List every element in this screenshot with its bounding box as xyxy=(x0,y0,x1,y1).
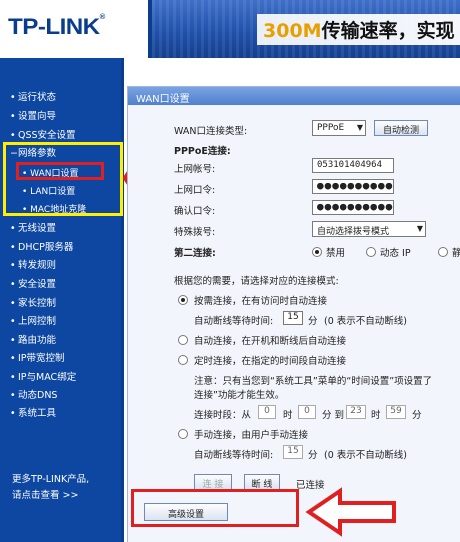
period-minute-unit: 分 xyxy=(412,410,422,421)
connect-button[interactable]: 连 接 xyxy=(194,474,232,490)
mode-timed-label: 定时连接，在指定的时间段自动连接 xyxy=(194,356,347,367)
idle-time-input[interactable]: 15 xyxy=(283,311,303,325)
wan-type-select[interactable]: PPPoE ▼ xyxy=(312,120,366,136)
tp-link-logo: TP-LINK® xyxy=(8,14,105,39)
sidebar-item-bandwidth[interactable]: • IP带宽控制 xyxy=(10,350,65,364)
chevron-down-icon: ▼ xyxy=(416,224,423,233)
second-conn-dynamic-ip-label: 动态 IP xyxy=(380,248,411,259)
sidebar-item-system-tools[interactable]: • 系统工具 xyxy=(10,405,56,419)
period-from-minute-input[interactable]: 0 xyxy=(298,405,316,419)
sidebar-item-qss[interactable]: • QSS安全设置 xyxy=(10,127,76,141)
sidebar-item-dhcp[interactable]: • DHCP服务器 xyxy=(10,239,73,253)
banner-slogan: 300M传输速率，实现 xyxy=(257,14,460,45)
period-label: 连接时段：从 xyxy=(194,410,252,421)
bullet-icon: • xyxy=(10,279,16,290)
mode-auto-radio[interactable] xyxy=(178,335,188,345)
bullet-icon: • xyxy=(10,223,16,234)
sidebar-item-access-control[interactable]: • 上网控制 xyxy=(10,313,56,327)
mode-manual-label: 手动连接，由用户手动连接 xyxy=(194,430,309,441)
sidebar-item-status[interactable]: • 运行状态 xyxy=(10,89,56,103)
bullet-icon: • xyxy=(10,298,16,309)
mode-prompt: 根据您的需要，请选择对应的连接模式: xyxy=(174,276,339,287)
sidebar-item-wizard[interactable]: • 设置向导 xyxy=(10,108,56,122)
second-connection-label: 第二连接: xyxy=(174,248,216,259)
period-to-label: 分 到 xyxy=(322,410,345,421)
bullet-icon: • xyxy=(10,390,16,401)
sidebar-nav: • 运行状态 • 设置向导 • QSS安全设置 −网络参数 • WAN口设置 • LA… xyxy=(0,58,124,542)
more-products-line1: 更多TP-LINK产品, xyxy=(12,474,90,485)
wan-type-label: WAN口连接类型: xyxy=(174,126,248,137)
panel-title: WAN口设置 xyxy=(128,87,460,105)
account-input[interactable]: 053101404964 xyxy=(312,158,394,173)
bullet-icon: • xyxy=(10,260,16,271)
sidebar-item-routing[interactable]: • 路由功能 xyxy=(10,332,56,346)
timed-note-line1: 注意：只有当您到“系统工具”菜单的“时间设置”项设置了 xyxy=(194,376,433,387)
account-label: 上网帐号: xyxy=(174,164,216,175)
password-label: 上网口令: xyxy=(174,185,216,196)
chevron-down-icon: ▼ xyxy=(356,123,363,132)
wan-type-value: PPPoE xyxy=(317,123,345,133)
banner: 300M传输速率，实现 xyxy=(152,0,460,58)
idle-time-unit: 分 xyxy=(308,316,318,327)
header: TP-LINK® 300M传输速率，实现 xyxy=(0,0,460,58)
manual-idle-time-note: (0 表示不自动断线) xyxy=(324,450,407,461)
manual-idle-time-label: 自动断线等待时间: xyxy=(194,450,274,461)
sidebar-item-wireless[interactable]: • 无线设置 xyxy=(10,220,56,234)
period-to-hour-unit: 时 xyxy=(371,410,381,421)
second-conn-static-ip-radio[interactable] xyxy=(438,247,448,257)
wan-settings-panel: WAN口设置 WAN口连接类型: PPPoE ▼ 自动检测 PPPoE连接: 上… xyxy=(127,86,460,542)
bullet-icon: • xyxy=(10,92,16,103)
bullet-icon: • xyxy=(10,408,16,419)
disconnect-button[interactable]: 断 线 xyxy=(244,474,280,490)
advanced-button-highlight xyxy=(131,489,299,527)
wan-item-highlight xyxy=(16,162,104,180)
second-conn-static-ip-label: 静 xyxy=(452,248,460,259)
more-products-link[interactable]: 更多TP-LINK产品, 请点击查看 >> xyxy=(12,472,89,504)
second-conn-disabled-radio[interactable] xyxy=(312,247,322,257)
sidebar-item-security[interactable]: • 安全设置 xyxy=(10,276,56,290)
sidebar-item-parental[interactable]: • 家长控制 xyxy=(10,295,56,309)
period-to-hour-input[interactable]: 23 xyxy=(346,405,366,419)
second-conn-dynamic-ip-radio[interactable] xyxy=(366,247,376,257)
mode-auto-label: 自动连接，在开机和断线后自动连接 xyxy=(194,336,347,347)
manual-idle-time-input[interactable]: 15 xyxy=(283,445,303,459)
sidebar-item-forwarding[interactable]: • 转发规则 xyxy=(10,257,56,271)
bullet-icon: • xyxy=(10,111,16,122)
sidebar-item-ddns[interactable]: • 动态DNS xyxy=(10,387,57,401)
second-conn-disabled-label: 禁用 xyxy=(326,248,346,259)
more-products-line2: 请点击查看 >> xyxy=(12,490,79,501)
confirm-password-label: 确认口令: xyxy=(174,206,216,217)
period-from-hour-input[interactable]: 0 xyxy=(258,405,276,419)
bullet-icon: • xyxy=(10,353,16,364)
password-input[interactable]: ●●●●●●●●●●●● xyxy=(312,179,394,194)
mode-on-demand-radio[interactable] xyxy=(178,295,188,305)
manual-idle-time-unit: 分 xyxy=(308,450,318,461)
confirm-password-input[interactable]: ●●●●●●●●●●●● xyxy=(312,200,394,215)
logo-area: TP-LINK® xyxy=(0,0,150,58)
auto-detect-button[interactable]: 自动检测 xyxy=(374,120,428,136)
bullet-icon: • xyxy=(10,316,16,327)
special-dial-select[interactable]: 自动选择拨号模式 ▼ xyxy=(312,221,426,237)
timed-note-line2: 连接”功能才能生效。 xyxy=(194,390,285,401)
idle-time-note: (0 表示不自动断线) xyxy=(324,316,407,327)
bullet-icon: • xyxy=(10,372,16,383)
period-to-minute-input[interactable]: 59 xyxy=(386,405,406,419)
mode-manual-radio[interactable] xyxy=(178,429,188,439)
sidebar-item-ip-mac-binding[interactable]: • IP与MAC绑定 xyxy=(10,369,76,383)
bullet-icon: • xyxy=(10,130,16,141)
bullet-icon: • xyxy=(10,335,16,346)
pppoe-heading: PPPoE连接: xyxy=(174,146,231,157)
period-hour-unit: 时 xyxy=(283,410,293,421)
special-dial-value: 自动选择拨号模式 xyxy=(317,227,390,237)
mode-on-demand-label: 按需连接，在有访问时自动连接 xyxy=(194,296,328,307)
mode-timed-radio[interactable] xyxy=(178,355,188,365)
special-dial-label: 特殊拨号: xyxy=(174,227,216,238)
left-arrow-annotation-bottom xyxy=(305,487,396,537)
bullet-icon: • xyxy=(10,242,16,253)
idle-time-label: 自动断线等待时间: xyxy=(194,316,274,327)
